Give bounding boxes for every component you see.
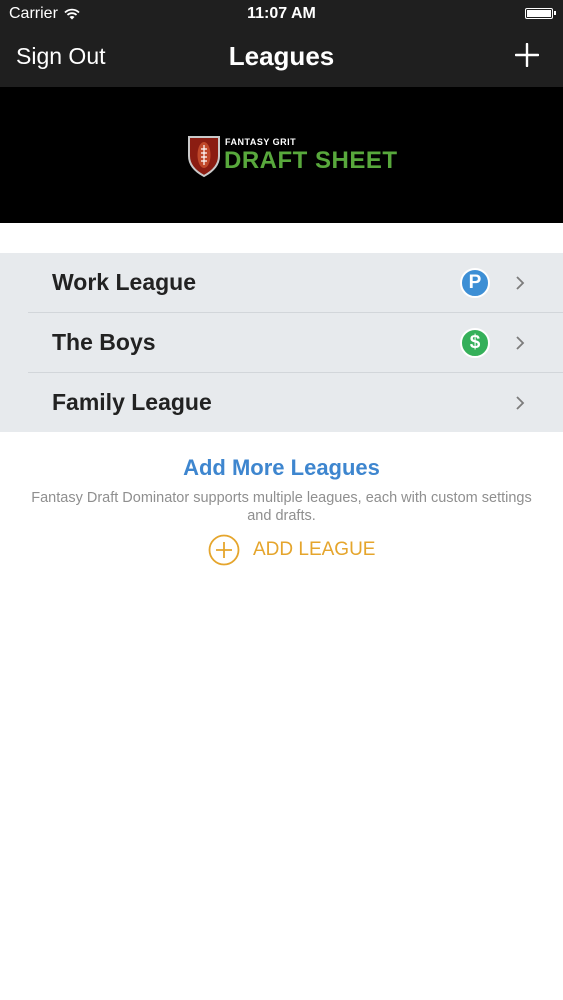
chevron-right-icon: [516, 336, 525, 350]
chevron-right-icon: [516, 276, 525, 290]
league-row-family[interactable]: Family League: [0, 373, 563, 433]
league-name: Family League: [52, 389, 212, 415]
header-banner: FANTASY GRIT DRAFT SHEET: [0, 87, 563, 223]
add-more-description: Fantasy Draft Dominator supports multipl…: [31, 490, 532, 524]
battery-icon: [525, 8, 556, 19]
logo-title-text: DRAFT SHEET: [224, 147, 398, 174]
add-more-leagues-heading: Add More Leagues: [183, 455, 380, 480]
leagues-list: Work League P The Boys $ Family League: [0, 253, 563, 432]
logo-small-text: FANTASY GRIT: [225, 137, 297, 147]
league-row-the-boys[interactable]: The Boys $: [0, 313, 563, 373]
add-league-button[interactable]: ADD LEAGUE: [208, 534, 375, 566]
paid-badge-icon: $: [460, 328, 490, 358]
league-name: Work League: [52, 269, 196, 295]
app-logo: FANTASY GRIT DRAFT SHEET: [187, 134, 397, 178]
status-time: 11:07 AM: [247, 5, 316, 22]
plus-icon[interactable]: [515, 43, 539, 67]
league-row-work[interactable]: Work League P: [0, 253, 563, 313]
league-name: The Boys: [52, 329, 156, 355]
page-title: Leagues: [228, 41, 335, 71]
status-bar: Carrier 11:07 AM: [0, 0, 563, 28]
add-circle-icon: [208, 534, 240, 566]
football-shield-icon: [188, 136, 220, 178]
premium-badge-icon: P: [460, 268, 490, 298]
add-league-label: ADD LEAGUE: [253, 539, 376, 560]
navigation-bar: Sign Out Leagues: [0, 28, 563, 87]
chevron-right-icon: [516, 396, 525, 410]
